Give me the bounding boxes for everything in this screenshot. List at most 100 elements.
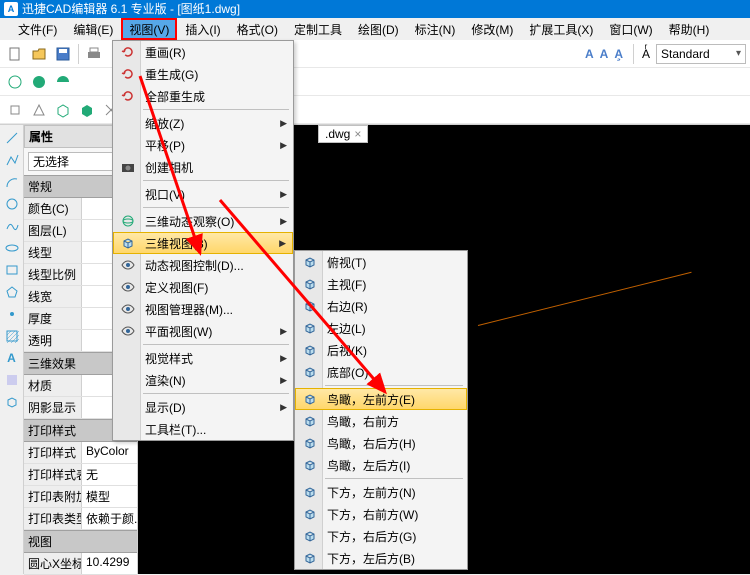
menu-item-label: 底部(O) <box>327 364 368 381</box>
polyline-tool-icon[interactable] <box>3 151 21 169</box>
view-menu-item-14[interactable]: 视图管理器(M)... <box>113 298 293 320</box>
line-tool-icon[interactable] <box>3 129 21 147</box>
view-menu-item-12[interactable]: 动态视图控制(D)... <box>113 254 293 276</box>
3dview-menu-item-13[interactable]: 下方，右前方(W) <box>295 503 467 525</box>
view-menu-item-20[interactable]: 显示(D)▶ <box>113 396 293 418</box>
menu-4[interactable]: 格式(O) <box>229 18 286 40</box>
cube-icon <box>299 251 321 273</box>
menu-6[interactable]: 绘图(D) <box>350 18 407 40</box>
circle-tool2-icon[interactable] <box>3 195 21 213</box>
snap-cube-icon[interactable] <box>52 99 74 121</box>
3dview-menu-item-14[interactable]: 下方，右后方(G) <box>295 525 467 547</box>
title-bar: A 迅捷CAD编辑器 6.1 专业版 - [图纸1.dwg] <box>0 0 750 18</box>
view-menu-item-18[interactable]: 渲染(N)▶ <box>113 369 293 391</box>
snap-cube2-icon[interactable] <box>76 99 98 121</box>
circle-tool-icon[interactable] <box>4 71 26 93</box>
menu-11[interactable]: 帮助(H) <box>661 18 718 40</box>
view-menu-item-10[interactable]: 三维动态观察(O)▶ <box>113 210 293 232</box>
text-a3-icon[interactable]: A̧ <box>614 47 623 61</box>
menu-item-label: 鸟瞰，左前方(E) <box>327 391 415 408</box>
view-menu-item-15[interactable]: 平面视图(W)▶ <box>113 320 293 342</box>
prop-key: 材质 <box>24 375 82 396</box>
document-tab[interactable]: .dwg × <box>318 125 368 143</box>
cube-icon <box>299 432 321 454</box>
hatch-tool-icon[interactable] <box>3 327 21 345</box>
title-text: 迅捷CAD编辑器 6.1 专业版 - [图纸1.dwg] <box>22 0 240 18</box>
region-tool-icon[interactable] <box>3 371 21 389</box>
view-menu-item-11[interactable]: 三维视图(3)▶ <box>113 232 293 254</box>
half-tool-icon[interactable] <box>52 71 74 93</box>
menu-item-label: 重画(R) <box>145 44 186 61</box>
ellipse-tool-icon[interactable] <box>3 239 21 257</box>
blank-icon <box>117 112 139 134</box>
view-menu-item-8[interactable]: 视口(V)▶ <box>113 183 293 205</box>
view-menu-item-6[interactable]: 创建相机 <box>113 156 293 178</box>
3dview-menu-item-3[interactable]: 左边(L) <box>295 317 467 339</box>
view-menu-item-0[interactable]: 重画(R) <box>113 41 293 63</box>
open-icon[interactable] <box>28 43 50 65</box>
3dview-menu-item-0[interactable]: 俯视(T) <box>295 251 467 273</box>
blank-icon <box>117 347 139 369</box>
prop-key: 透明 <box>24 330 82 351</box>
3dview-menu-item-2[interactable]: 右边(R) <box>295 295 467 317</box>
new-icon[interactable] <box>4 43 26 65</box>
3dview-menu-item-10[interactable]: 鸟瞰，左后方(I) <box>295 454 467 476</box>
menu-7[interactable]: 标注(N) <box>407 18 464 40</box>
view-menu-item-1[interactable]: 重生成(G) <box>113 63 293 85</box>
snap-end-icon[interactable] <box>4 99 26 121</box>
3dview-menu-item-4[interactable]: 后视(K) <box>295 339 467 361</box>
menu-separator <box>143 180 289 181</box>
camera-icon <box>117 156 139 178</box>
cube-icon <box>299 454 321 476</box>
text-a4-icon[interactable]: Aͬ <box>642 47 650 61</box>
menu-9[interactable]: 扩展工具(X) <box>521 18 601 40</box>
3dview-menu-item-9[interactable]: 鸟瞰，右后方(H) <box>295 432 467 454</box>
rect-tool-icon[interactable] <box>3 261 21 279</box>
3dview-menu-item-12[interactable]: 下方，左前方(N) <box>295 481 467 503</box>
menu-3[interactable]: 插入(I) <box>177 18 228 40</box>
menu-10[interactable]: 窗口(W) <box>601 18 660 40</box>
text-a2-icon[interactable]: A <box>600 47 609 61</box>
3dview-menu-item-1[interactable]: 主视(F) <box>295 273 467 295</box>
menu-0[interactable]: 文件(F) <box>10 18 65 40</box>
menu-separator <box>143 207 289 208</box>
menu-2[interactable]: 视图(V) <box>121 18 177 40</box>
menu-separator <box>143 109 289 110</box>
cube-icon <box>299 273 321 295</box>
menu-8[interactable]: 修改(M) <box>463 18 521 40</box>
menu-item-label: 三维动态观察(O) <box>145 213 234 230</box>
prop-value[interactable]: 10.4299 <box>82 553 137 574</box>
cube-icon <box>299 503 321 525</box>
save-icon[interactable] <box>52 43 74 65</box>
disc-tool-icon[interactable] <box>28 71 50 93</box>
print-icon[interactable] <box>83 43 105 65</box>
spline-tool-icon[interactable] <box>3 217 21 235</box>
prop-value[interactable]: 无 <box>82 464 137 485</box>
menu-5[interactable]: 定制工具 <box>286 18 350 40</box>
arc-tool-icon[interactable] <box>3 173 21 191</box>
prop-section-head[interactable]: 视图 <box>24 530 137 553</box>
3dview-menu-item-5[interactable]: 底部(O) <box>295 361 467 383</box>
tab-close-icon[interactable]: × <box>354 127 361 141</box>
view-menu-item-5[interactable]: 平移(P)▶ <box>113 134 293 156</box>
3dview-menu-item-7[interactable]: 鸟瞰，左前方(E) <box>295 388 467 410</box>
menu-1[interactable]: 编辑(E) <box>65 18 121 40</box>
view-menu-item-4[interactable]: 缩放(Z)▶ <box>113 112 293 134</box>
point-tool-icon[interactable] <box>3 305 21 323</box>
view-menu-item-17[interactable]: 视觉样式▶ <box>113 347 293 369</box>
prop-value[interactable]: 依赖于颜... <box>82 508 137 529</box>
prop-value[interactable]: 模型 <box>82 486 137 507</box>
poly-tool-icon[interactable] <box>3 283 21 301</box>
3dview-menu-item-8[interactable]: 鸟瞰，右前方 <box>295 410 467 432</box>
snap-mid-icon[interactable] <box>28 99 50 121</box>
view-menu-item-13[interactable]: 定义视图(F) <box>113 276 293 298</box>
text-tool-icon[interactable]: A <box>3 349 21 367</box>
submenu-arrow-icon: ▶ <box>280 118 287 129</box>
view-menu-item-21[interactable]: 工具栏(T)... <box>113 418 293 440</box>
text-a-icon[interactable]: A <box>585 47 594 61</box>
prop-value[interactable]: ByColor <box>82 442 137 463</box>
isometric-icon[interactable] <box>3 393 21 411</box>
style-combo[interactable]: Standard <box>656 44 746 64</box>
3dview-menu-item-15[interactable]: 下方，左后方(B) <box>295 547 467 569</box>
view-menu-item-2[interactable]: 全部重生成 <box>113 85 293 107</box>
